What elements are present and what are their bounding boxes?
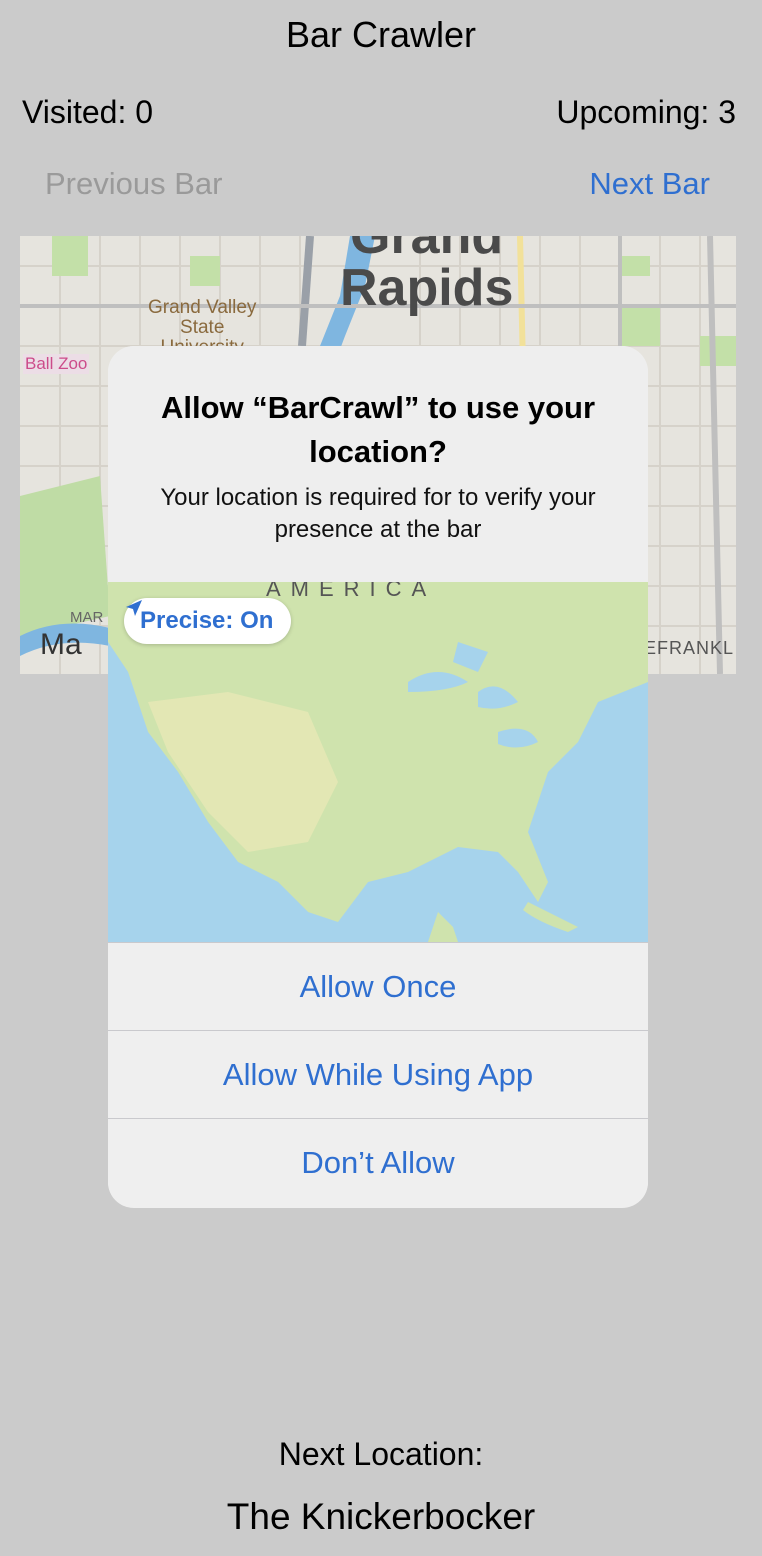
upcoming-count: Upcoming: 3 [556, 94, 736, 130]
precise-location-toggle[interactable]: Precise: On [124, 598, 292, 644]
dont-allow-button[interactable]: Don’t Allow [108, 1118, 648, 1206]
map-region-label: AMERICA [266, 582, 437, 601]
apple-maps-logo: Ma [40, 628, 82, 661]
location-arrow-icon [126, 600, 142, 616]
next-location-label: Next Location: [278, 1436, 484, 1472]
dialog-map: AMERICA Precise: On [108, 582, 648, 942]
map-zoo-label: Ball Zoo [23, 354, 90, 374]
visited-count: Visited: 0 [22, 94, 154, 130]
allow-while-using-app-button[interactable]: Allow While Using App [108, 1030, 648, 1118]
previous-bar-button[interactable]: Previous Bar [45, 166, 222, 202]
map-street-label: LEFRANKL [632, 638, 734, 658]
dialog-message: Your location is required for to verify … [160, 484, 596, 543]
location-permission-dialog: Allow “BarCrawl” to use your location? Y… [108, 346, 648, 1208]
map-city-label: Rapids [340, 259, 514, 317]
map-market-label: MAR [70, 609, 104, 626]
precise-label: Precise: On [140, 607, 274, 634]
dialog-title: Allow “BarCrawl” to use your location? [160, 390, 596, 469]
allow-once-button[interactable]: Allow Once [108, 942, 648, 1030]
dialog-header: Allow “BarCrawl” to use your location? Y… [108, 346, 648, 582]
app-title: Bar Crawler [285, 14, 477, 55]
next-location-name: The Knickerbocker [226, 1496, 536, 1537]
next-bar-button[interactable]: Next Bar [589, 166, 710, 202]
